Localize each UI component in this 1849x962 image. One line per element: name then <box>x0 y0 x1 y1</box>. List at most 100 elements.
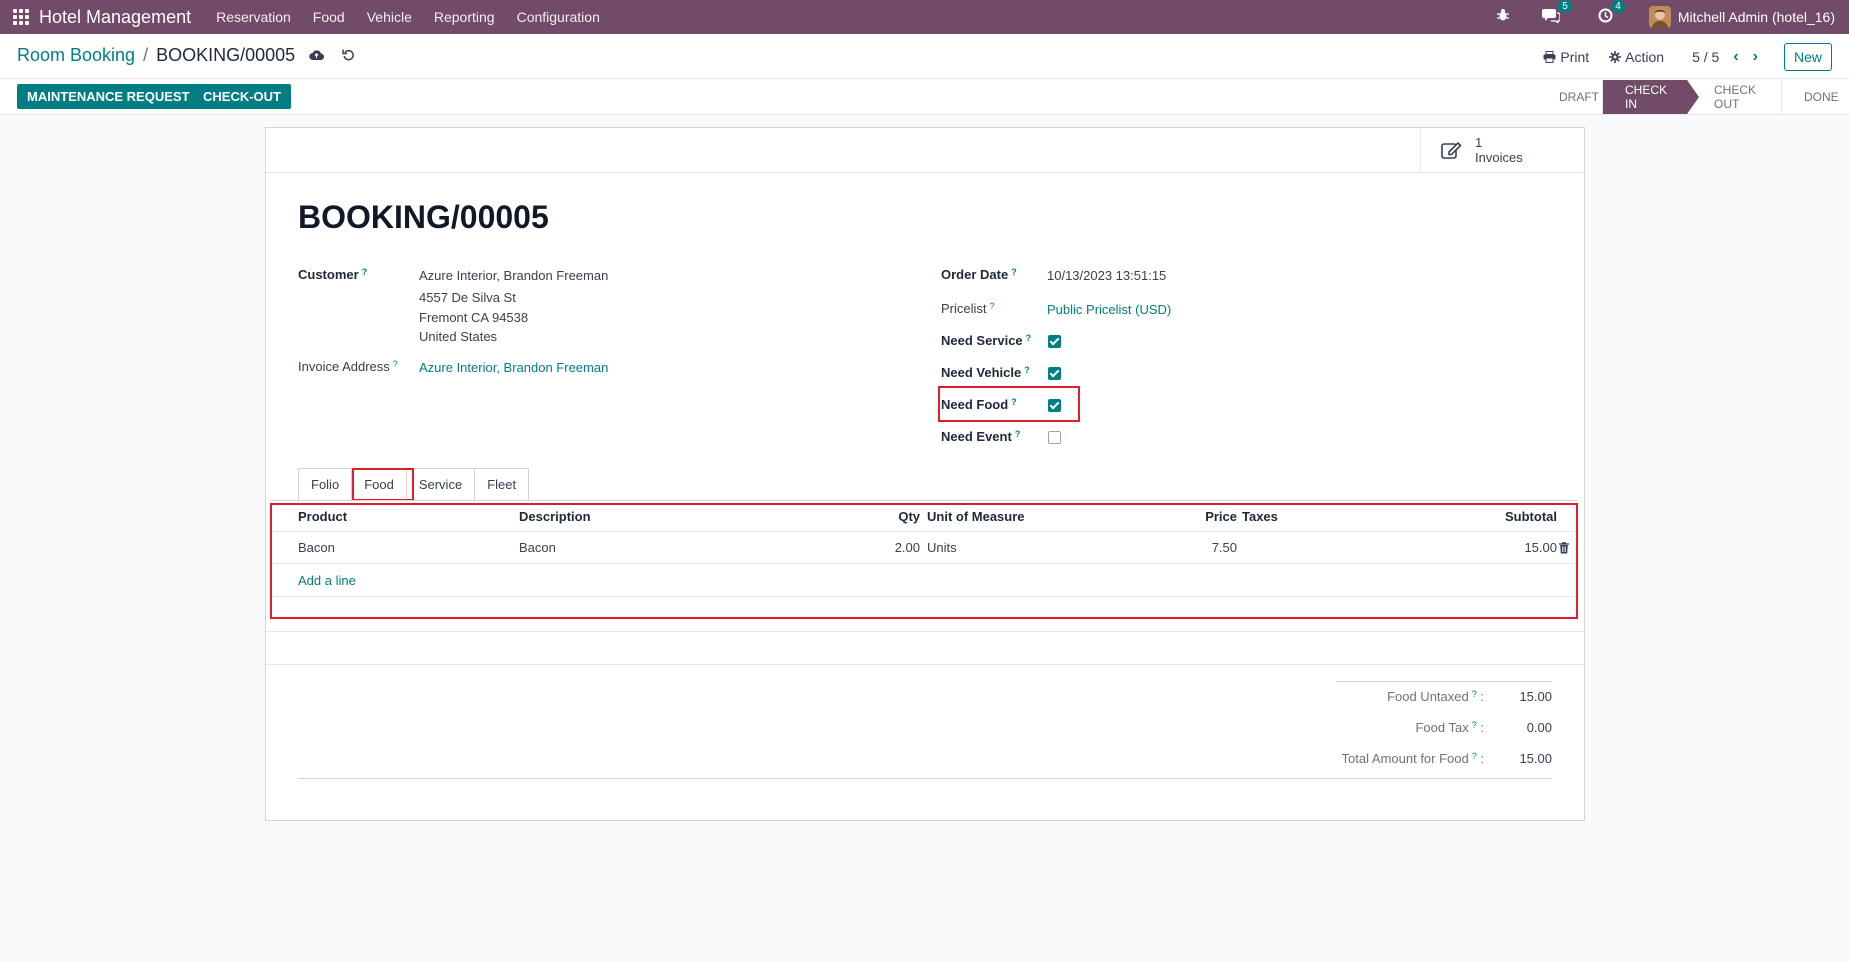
breadcrumb-room-booking[interactable]: Room Booking <box>17 45 135 66</box>
stage-check-out[interactable]: CHECK OUT <box>1687 80 1781 114</box>
row-qty[interactable]: 2.00 <box>832 532 920 563</box>
help-icon[interactable]: ? <box>1024 365 1030 375</box>
help-icon[interactable]: ? <box>1026 333 1032 343</box>
col-taxes[interactable]: Taxes <box>1242 501 1278 531</box>
print-button[interactable]: Print <box>1543 49 1589 65</box>
help-icon[interactable]: ? <box>1472 751 1477 761</box>
customer-city: Fremont CA 94538 <box>419 310 529 325</box>
menu-reporting[interactable]: Reporting <box>423 9 506 25</box>
row-price[interactable]: 7.50 <box>1162 532 1237 563</box>
help-icon[interactable]: ? <box>1011 267 1017 277</box>
delete-trash-icon[interactable] <box>1559 532 1569 563</box>
help-icon[interactable]: ? <box>1015 429 1021 439</box>
pager-next-icon[interactable]: › <box>1753 48 1758 66</box>
invoice-address-label: Invoice Address? <box>298 359 398 374</box>
food-tax-label-text: Food Tax <box>1415 720 1469 735</box>
food-total-colon: : <box>1480 751 1484 766</box>
col-price[interactable]: Price <box>1162 501 1237 531</box>
need-event-label: Need Event? <box>941 429 1020 444</box>
need-vehicle-label: Need Vehicle? <box>941 365 1030 380</box>
customer-country: United States <box>419 329 498 344</box>
add-line-row: Add a line <box>272 563 1578 596</box>
food-total-label-text: Total Amount for Food <box>1341 751 1469 766</box>
action-label: Action <box>1625 49 1665 65</box>
app-brand[interactable]: Hotel Management <box>39 7 191 28</box>
totals-bottom-line <box>298 778 1552 779</box>
apps-menu-icon[interactable] <box>13 9 29 25</box>
activities-badge: 4 <box>1611 0 1625 13</box>
col-description[interactable]: Description <box>519 501 591 531</box>
stage-draft[interactable]: DRAFT <box>1537 80 1602 114</box>
order-date-label-text: Order Date <box>941 267 1009 282</box>
invoice-address-label-text: Invoice Address <box>298 359 390 374</box>
customer-name[interactable]: Azure Interior, Brandon Freeman <box>419 268 608 283</box>
food-untaxed-value: 15.00 <box>1519 689 1552 704</box>
messages-icon[interactable]: 5 <box>1541 0 1572 27</box>
need-service-label: Need Service? <box>941 333 1031 348</box>
status-stages: DRAFT CHECK IN CHECK OUT DONE <box>1537 80 1849 114</box>
maintenance-request-button[interactable]: MAINTENANCE REQUEST <box>17 84 200 109</box>
food-total-row: Total Amount for Food? : 15.00 <box>1252 751 1552 771</box>
tab-fleet[interactable]: Fleet <box>474 468 530 501</box>
invoices-smart-button[interactable]: 1 Invoices <box>1420 128 1584 172</box>
menu-food[interactable]: Food <box>302 9 356 25</box>
menu-reservation[interactable]: Reservation <box>205 9 302 25</box>
menu-configuration[interactable]: Configuration <box>506 9 611 25</box>
messages-badge: 5 <box>1558 0 1572 13</box>
save-cloud-icon[interactable] <box>309 48 325 64</box>
stage-check-in[interactable]: CHECK IN <box>1602 80 1699 114</box>
pager-previous-icon[interactable]: ‹ <box>1733 48 1738 66</box>
user-avatar[interactable] <box>1648 6 1671 28</box>
invoice-address-value[interactable]: Azure Interior, Brandon Freeman <box>419 360 608 375</box>
add-a-line-link[interactable]: Add a line <box>298 564 356 596</box>
tab-service[interactable]: Service <box>405 468 476 501</box>
debug-bug-icon[interactable] <box>1496 8 1510 26</box>
pricelist-value[interactable]: Public Pricelist (USD) <box>1047 302 1171 317</box>
row-description[interactable]: Bacon <box>519 532 556 563</box>
top-navbar: Hotel Management Reservation Food Vehicl… <box>0 0 1849 34</box>
new-button[interactable]: New <box>1783 43 1832 71</box>
row-product[interactable]: Bacon <box>298 532 335 563</box>
menu-vehicle[interactable]: Vehicle <box>356 9 423 25</box>
food-total-value: 15.00 <box>1519 751 1552 766</box>
form-sheet: 1 Invoices BOOKING/00005 Customer? Azure… <box>265 127 1585 821</box>
discard-undo-icon[interactable] <box>342 48 355 64</box>
help-icon[interactable]: ? <box>1472 689 1477 699</box>
table-row[interactable]: Bacon Bacon 2.00 Units 7.50 15.00 <box>272 531 1578 563</box>
help-icon[interactable]: ? <box>393 359 398 369</box>
food-untaxed-row: Food Untaxed? : 15.00 <box>1252 689 1552 709</box>
col-qty[interactable]: Qty <box>832 501 920 531</box>
col-subtotal[interactable]: Subtotal <box>1452 501 1557 531</box>
order-date-value[interactable]: 10/13/2023 13:51:15 <box>1047 268 1166 283</box>
row-uom[interactable]: Units <box>927 532 957 563</box>
need-service-checkbox[interactable] <box>1048 335 1061 348</box>
order-date-label: Order Date? <box>941 267 1017 282</box>
stage-done[interactable]: DONE <box>1781 80 1849 114</box>
action-button[interactable]: Action <box>1609 49 1664 65</box>
check-out-button[interactable]: CHECK-OUT <box>193 84 291 109</box>
help-icon[interactable]: ? <box>1011 397 1017 407</box>
need-vehicle-checkbox[interactable] <box>1048 367 1061 380</box>
activities-clock-icon[interactable]: 4 <box>1598 0 1625 27</box>
need-food-label-text: Need Food <box>941 397 1009 412</box>
user-name[interactable]: Mitchell Admin (hotel_16) <box>1678 9 1835 25</box>
tab-folio[interactable]: Folio <box>298 468 353 501</box>
pager-value[interactable]: 5 / 5 <box>1692 49 1719 65</box>
invoices-count: 1 <box>1475 135 1483 150</box>
need-event-checkbox[interactable] <box>1048 431 1061 444</box>
food-tax-row: Food Tax? : 0.00 <box>1252 720 1552 740</box>
tab-food[interactable]: Food <box>351 468 407 501</box>
need-food-checkbox[interactable] <box>1048 399 1061 412</box>
totals-top-line <box>1336 681 1552 682</box>
help-icon[interactable]: ? <box>990 301 995 311</box>
systray: 5 4 Mitchell Admin (hotel_16) <box>1486 0 1849 34</box>
need-event-label-text: Need Event <box>941 429 1012 444</box>
col-product[interactable]: Product <box>298 501 347 531</box>
food-tax-label: Food Tax? : <box>1415 720 1484 735</box>
customer-street: 4557 De Silva St <box>419 290 516 305</box>
col-uom[interactable]: Unit of Measure <box>927 501 1025 531</box>
pricelist-label-text: Pricelist <box>941 301 987 316</box>
help-icon[interactable]: ? <box>1472 720 1477 730</box>
help-icon[interactable]: ? <box>362 267 368 277</box>
pricelist-label: Pricelist? <box>941 301 995 316</box>
